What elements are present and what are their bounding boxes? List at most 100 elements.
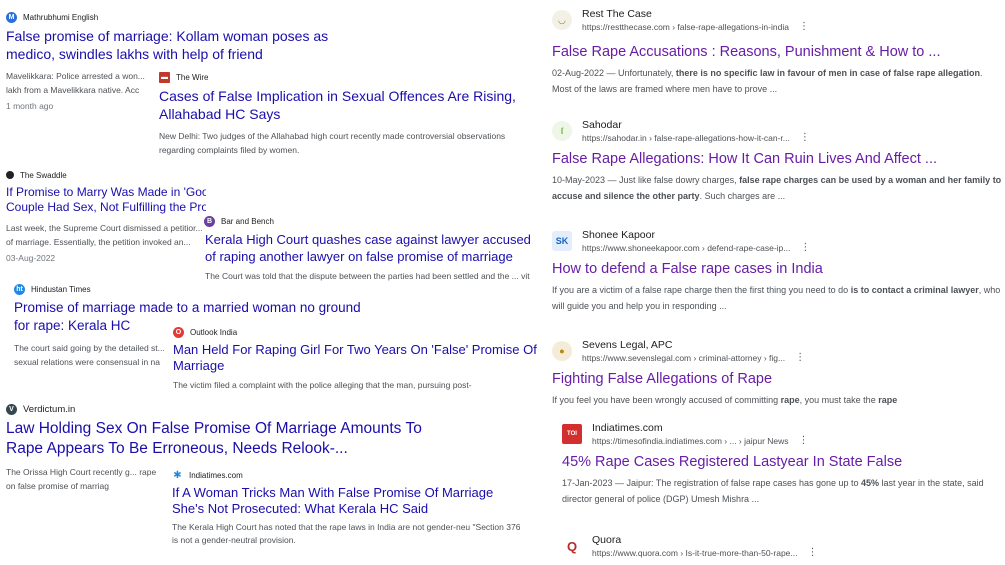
result-title[interactable]: Kerala High Court quashes case against l… [205,231,542,265]
source-row: M Mathrubhumi English [6,10,376,24]
result-snippet: The victim filed a complaint with the po… [173,380,472,390]
site-url[interactable]: https://www.sevenslegal.com › criminal-a… [582,352,805,364]
source-row: B Bar and Bench [204,214,542,228]
times-of-india-favicon-icon: TOI [562,424,582,444]
result-title[interactable]: False Rape Accusations : Reasons, Punish… [552,42,1002,62]
snippet-text: If you are a victim of a false rape char… [552,285,851,295]
result-card-the-wire[interactable]: ▬ The Wire Cases of False Implication in… [155,70,535,170]
source-row: O Outlook India [173,325,540,339]
source-name: Hindustan Times [31,284,91,294]
site-name: Sahodar [582,118,622,131]
more-options-icon[interactable]: ⋮ [799,21,809,33]
source-row: ht Hindustan Times [14,282,374,296]
more-options-icon[interactable]: ⋮ [799,435,809,447]
bar-and-bench-logo-icon: B [204,215,215,227]
url-text: https://restthecase.com › false-rape-all… [582,21,789,32]
snippet-text: , you must take the [799,395,879,405]
result-date: 02-Aug-2022 — [552,68,619,78]
result-header: TOI Indiatimes.com https://timesofindia.… [562,420,1002,448]
search-result: ſ Sahodar https://sahodar.in › false-rap… [552,117,1002,204]
result-title[interactable]: Fighting False Allegations of Rape [552,369,1002,389]
the-wire-logo-icon: ▬ [159,71,170,83]
indiatimes-logo-icon: ✱ [172,469,183,481]
source-name: Mathrubhumi English [23,12,99,22]
snippet-bold: there is no specific law in favour of me… [675,68,981,78]
snippet-bold: 45% [861,478,880,488]
result-date: 10-May-2023 — [552,175,620,185]
rest-the-case-favicon-icon: ◡ [552,10,572,30]
snippet-bold: is to contact a criminal lawyer [850,285,979,295]
result-title[interactable]: 45% Rape Cases Registered Lastyear In St… [562,452,1002,472]
result-title[interactable]: Cases of False Implication in Sexual Off… [159,87,535,123]
result-snippet: If you are a victim of a false rape char… [552,282,1002,314]
site-name: Shonee Kapoor [582,228,655,241]
search-result: Q Quora https://www.quora.com › Is-it-tr… [562,532,1002,560]
result-snippet: If you feel you have been wrongly accuse… [552,392,1002,408]
search-result: ● Sevens Legal, APC https://www.sevensle… [552,337,1002,408]
hindustan-times-logo-icon: ht [14,283,25,295]
result-card-indiatimes-left[interactable]: ✱ Indiatimes.com If A Woman Tricks Man W… [168,468,528,563]
result-title[interactable]: False Rape Allegations: How It Can Ruin … [552,149,1002,169]
result-header: Q Quora https://www.quora.com › Is-it-tr… [562,532,1002,560]
result-snippet: 10-May-2023 — Just like false dowry char… [552,172,1002,204]
sevens-legal-favicon-icon: ● [552,341,572,361]
site-name: Rest The Case [582,7,652,20]
url-text: https://www.shoneekapoor.com › defend-ra… [582,242,791,253]
url-text: https://sahodar.in › false-rape-allegati… [582,132,790,143]
result-title[interactable]: If Promise to Marry Was Made in 'Good Fa… [6,185,206,215]
more-options-icon[interactable]: ⋮ [808,547,818,559]
result-title[interactable]: Law Holding Sex On False Promise Of Marr… [6,419,446,459]
search-result: ◡ Rest The Case https://restthecase.com … [552,6,1002,97]
mathrubhumi-logo-icon: M [6,11,17,23]
snippet-bold: rape [780,395,800,405]
snippet-text: Unfortunately, [618,68,676,78]
result-snippet: The Orissa High Court recently g... rape… [6,467,157,491]
result-snippet: Last week, the Supreme Court dismissed a… [6,223,203,247]
swaddle-logo-icon [6,171,14,179]
result-card-outlook-india[interactable]: O Outlook India Man Held For Raping Girl… [170,325,540,400]
search-result: SK Shonee Kapoor https://www.shoneekapoo… [552,227,1002,314]
shonee-kapoor-favicon-icon: SK [552,231,572,251]
url-text: https://timesofindia.indiatimes.com › ..… [592,435,789,446]
result-snippet: New Delhi: Two judges of the Allahabad h… [159,131,506,155]
source-name: The Swaddle [20,170,67,180]
outlook-logo-icon: O [173,326,184,338]
search-result: TOI Indiatimes.com https://timesofindia.… [562,420,1002,507]
more-options-icon[interactable]: ⋮ [800,242,810,254]
result-title[interactable]: How to defend a False rape cases in Indi… [552,259,1002,279]
result-title[interactable]: False promise of marriage: Kollam woman … [6,27,376,63]
result-header: SK Shonee Kapoor https://www.shoneekapoo… [552,227,1002,255]
more-options-icon[interactable]: ⋮ [795,352,805,364]
result-date: 03-Aug-2022 [6,253,56,263]
quora-favicon-icon: Q [562,536,582,556]
url-text: https://www.quora.com › Is-it-true-more-… [592,547,798,558]
source-name: Bar and Bench [221,216,274,226]
source-name: Indiatimes.com [189,470,243,480]
sahodar-favicon-icon: ſ [552,121,572,141]
snippet-text: Jaipur: The registration of false rape c… [626,478,862,488]
more-options-icon[interactable]: ⋮ [800,132,810,144]
site-name: Indiatimes.com [592,421,663,434]
snippet-bold: rape [878,395,898,405]
site-url[interactable]: https://restthecase.com › false-rape-all… [582,21,809,33]
site-url[interactable]: https://timesofindia.indiatimes.com › ..… [592,435,809,447]
site-url[interactable]: https://sahodar.in › false-rape-allegati… [582,132,810,144]
source-name: The Wire [176,72,209,82]
source-row: ✱ Indiatimes.com [172,468,528,482]
verdictum-logo-icon: V [6,403,17,415]
site-url[interactable]: https://www.shoneekapoor.com › defend-ra… [582,242,810,254]
result-snippet: 17-Jan-2023 — Jaipur: The registration o… [562,475,1002,507]
result-snippet: The Kerala High Court has noted that the… [172,522,521,545]
result-title[interactable]: Man Held For Raping Girl For Two Years O… [173,342,540,374]
site-url[interactable]: https://www.quora.com › Is-it-true-more-… [592,547,818,559]
source-row: V Verdictum.in [6,402,466,416]
result-card-the-swaddle[interactable]: The Swaddle If Promise to Marry Was Made… [6,168,206,263]
result-title[interactable]: If A Woman Tricks Man With False Promise… [172,485,528,517]
snippet-text: If you feel you have been wrongly accuse… [552,395,781,405]
result-date: 17-Jan-2023 — [562,478,627,488]
result-snippet: The court said going by the detailed st.… [14,343,165,367]
result-header: ◡ Rest The Case https://restthecase.com … [552,6,1002,34]
result-header: ſ Sahodar https://sahodar.in › false-rap… [552,117,1002,145]
url-text: https://www.sevenslegal.com › criminal-a… [582,352,786,363]
site-name: Quora [592,533,622,546]
